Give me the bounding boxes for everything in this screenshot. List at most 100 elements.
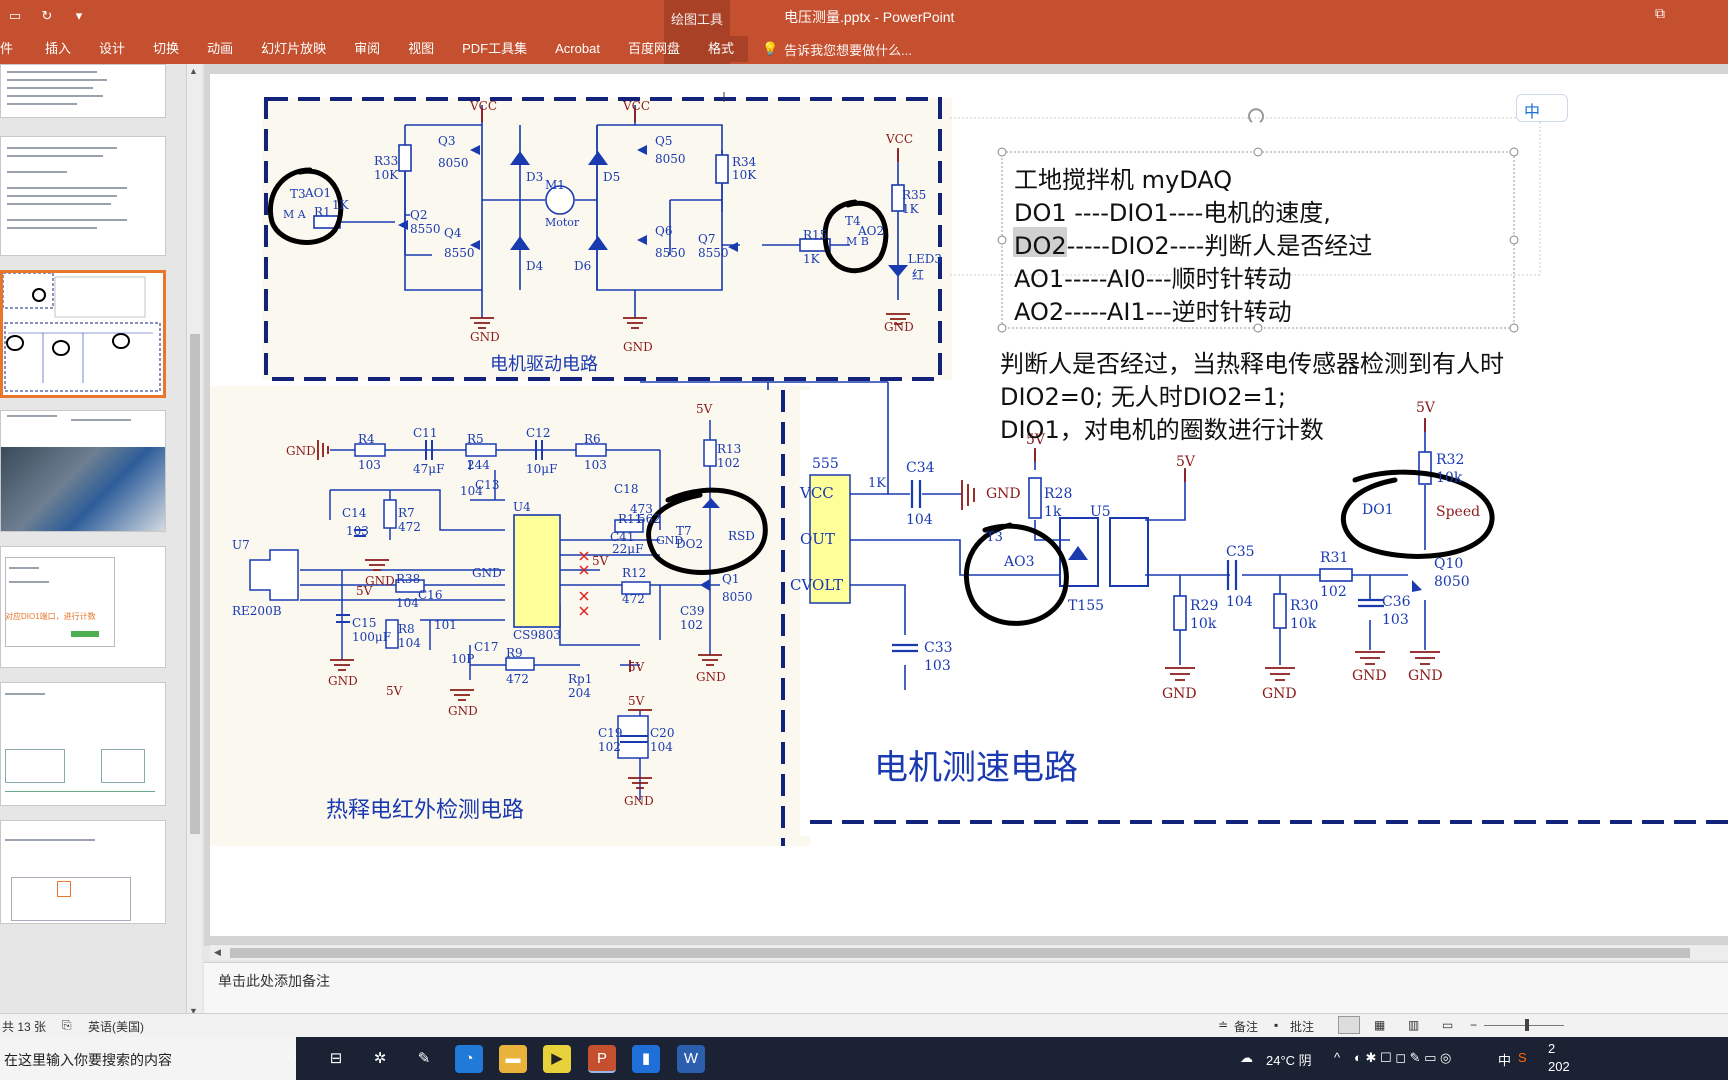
tab-design[interactable]: 设计: [85, 36, 139, 62]
c39-value: 102: [680, 618, 703, 632]
weather-icon[interactable]: ☁: [1240, 1050, 1253, 1066]
comments-toggle-button[interactable]: 批注: [1290, 1018, 1314, 1035]
slide-canvas[interactable]: VCC VCC VCC T3 AO1 M A R1 1K R33 10K Q2 8550 Q3 8050 Q…: [210, 74, 1728, 936]
ime-badge: 中: [1524, 102, 1541, 121]
slide-thumbnail[interactable]: [0, 410, 166, 532]
five-v-label: 5V: [1176, 454, 1196, 470]
rsd-label: RSD: [728, 529, 755, 543]
clock-time[interactable]: 2: [1548, 1041, 1555, 1056]
zoom-slider[interactable]: [1484, 1025, 1564, 1026]
ic555-label: 555: [812, 456, 839, 472]
pir-title: 热释电红外检测电路: [326, 798, 525, 823]
zoom-out-icon[interactable]: −: [1470, 1018, 1477, 1032]
description-line: DIO1，对电机的圈数进行计数: [1000, 416, 1324, 444]
motor-label: Motor: [545, 216, 580, 229]
gnd-label: GND: [696, 670, 726, 684]
file-explorer-icon[interactable]: ▬: [499, 1045, 527, 1073]
scroll-thumb[interactable]: [190, 334, 200, 834]
text-box-line[interactable]: DO1 ----DIO1----电机的速度,: [1014, 193, 1331, 228]
slide-thumbnail[interactable]: 对应DIO1端口，进行计数: [0, 546, 166, 668]
browser-icon[interactable]: ◔: [455, 1045, 483, 1073]
tab-baidu-netdisk[interactable]: 百度网盘: [614, 36, 694, 62]
slide-sorter-icon[interactable]: ▦: [1374, 1018, 1385, 1032]
slide-thumbnail[interactable]: [0, 136, 166, 256]
tab-format[interactable]: 格式: [693, 36, 748, 62]
text-box-line[interactable]: AO2-----AI1---逆时针转动: [1014, 292, 1292, 327]
app-bug-icon[interactable]: ✲: [366, 1045, 394, 1073]
clock-date[interactable]: 202: [1548, 1059, 1570, 1074]
slide-thumbnail[interactable]: [0, 64, 166, 118]
comments-icon[interactable]: ▪: [1274, 1018, 1278, 1032]
c19-label: C19: [598, 726, 623, 740]
customize-icon[interactable]: ▾: [70, 8, 88, 24]
tab-insert[interactable]: 插入: [31, 36, 85, 62]
word-icon[interactable]: W: [677, 1045, 705, 1073]
gnd-label: GND: [1162, 686, 1197, 702]
tab-view[interactable]: 视图: [394, 36, 448, 62]
normal-view-icon[interactable]: [1338, 1016, 1360, 1034]
task-view-icon[interactable]: ⊟: [322, 1045, 350, 1073]
text-box-line[interactable]: DO2-----DIO2----判断人是否经过: [1014, 226, 1372, 261]
slide-thumbnail[interactable]: [0, 820, 166, 924]
ime-indicator[interactable]: 中: [1498, 1050, 1511, 1069]
c34-label: C34: [906, 460, 935, 476]
c33-value: 103: [924, 658, 951, 674]
gnd-label: GND: [656, 534, 684, 547]
slide-editor: VCC VCC VCC T3 AO1 M A R1 1K R33 10K Q2 8550 Q3 8050 Q…: [204, 64, 1728, 946]
app-blue-icon[interactable]: ▮: [632, 1045, 660, 1073]
redo-icon[interactable]: ↻: [38, 8, 56, 24]
notes-placeholder[interactable]: 单击此处添加备注: [218, 971, 330, 991]
cortana-icon[interactable]: ○: [278, 1045, 306, 1073]
tab-pdf-tools[interactable]: PDF工具集: [448, 36, 541, 62]
thumbnail-scrollbar[interactable]: ▲ ▼: [186, 64, 202, 1024]
slide-thumbnail[interactable]: [0, 682, 166, 806]
slideshow-icon[interactable]: ▭: [1442, 1018, 1453, 1032]
notes-toggle-icon[interactable]: ≐: [1218, 1018, 1228, 1032]
c11-value: 47μF: [413, 462, 445, 476]
tab-animations[interactable]: 动画: [193, 36, 247, 62]
r38-value: 104: [396, 596, 419, 610]
tell-me-box[interactable]: 💡 告诉我您想要做什么...: [748, 40, 912, 59]
tray-icons[interactable]: ◐ ✱ ☐ ◻ ✎ ▭ ◎: [1354, 1050, 1451, 1066]
q5-label: Q5: [655, 134, 673, 148]
r15-label: R15: [803, 228, 828, 242]
c33-label: C33: [924, 640, 953, 656]
taskbar-search-box[interactable]: 在这里输入你要搜索的内容: [0, 1037, 296, 1080]
notes-toggle-button[interactable]: 备注: [1234, 1018, 1258, 1035]
tab-file[interactable]: 件: [0, 36, 31, 62]
zoom-slider-thumb[interactable]: [1525, 1019, 1529, 1031]
language-indicator[interactable]: 英语(美国): [88, 1018, 144, 1035]
scroll-up-icon[interactable]: ▲: [189, 66, 198, 76]
d5-label: D5: [603, 170, 621, 184]
horizontal-scroll-thumb[interactable]: [230, 948, 1690, 958]
text-box-line[interactable]: 工地搅拌机 myDAQ: [1014, 160, 1232, 195]
r29-value: 10k: [1190, 616, 1217, 632]
r35-label: R35: [902, 188, 927, 202]
tab-acrobat[interactable]: Acrobat: [541, 36, 614, 62]
scroll-left-icon[interactable]: ◀: [214, 947, 221, 958]
r9-value: 472: [506, 672, 529, 686]
slide-thumbnails-pane: 对应DIO1端口，进行计数: [0, 64, 188, 1024]
d4-label: D4: [526, 259, 544, 273]
reading-view-icon[interactable]: ▥: [1408, 1018, 1419, 1032]
sogou-icon[interactable]: S: [1518, 1050, 1527, 1065]
slide-thumbnail-current[interactable]: [0, 270, 166, 398]
c36-label: C36: [1382, 594, 1411, 610]
five-v-label: 5V: [628, 660, 645, 674]
spellcheck-icon[interactable]: ⎘: [62, 1018, 72, 1033]
tab-slideshow[interactable]: 幻灯片放映: [247, 36, 340, 62]
horizontal-scrollbar[interactable]: ◀: [210, 944, 1728, 960]
weather-text[interactable]: 24°C 阴: [1266, 1050, 1312, 1069]
labview-icon[interactable]: ▶: [543, 1045, 571, 1073]
text-box-line[interactable]: AO1-----AI0---顺时针转动: [1014, 259, 1292, 294]
tab-review[interactable]: 审阅: [340, 36, 394, 62]
powerpoint-icon[interactable]: P: [588, 1045, 616, 1073]
t155-label: T155: [1068, 598, 1105, 614]
restore-window-icon[interactable]: ⧉: [1655, 5, 1665, 22]
save-icon[interactable]: ▭: [6, 8, 24, 24]
gnd-label: GND: [328, 674, 358, 688]
r5-value: 244: [467, 458, 490, 472]
tab-transitions[interactable]: 切换: [139, 36, 193, 62]
app-brush-icon[interactable]: ✎: [410, 1045, 438, 1073]
tray-expand-icon[interactable]: ^: [1334, 1050, 1340, 1065]
